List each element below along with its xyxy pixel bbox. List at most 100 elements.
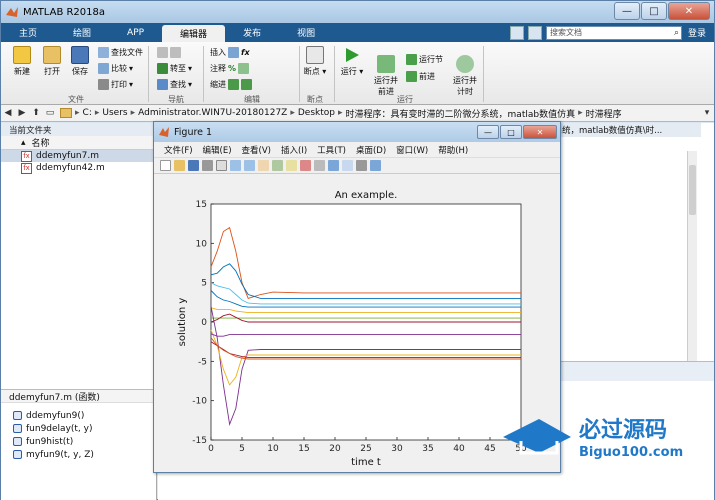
y-tick-label: 10 (196, 239, 208, 249)
help-icon[interactable] (527, 25, 542, 40)
menu-file[interactable]: 文件(F) (164, 144, 193, 156)
tab-publish[interactable]: 发布 (225, 23, 279, 42)
pan-hand-icon[interactable] (258, 160, 269, 171)
function-item[interactable]: fun9delay(t, y) (1, 422, 156, 435)
crumb-users[interactable]: Users (99, 108, 130, 118)
indent-button[interactable]: 缩进 (210, 79, 252, 90)
browse-folder-icon[interactable]: ▭ (43, 108, 57, 118)
crumb-project[interactable]: 时滞程序：具有变时滞的二阶微分系统，matlab数值仿真 (343, 107, 579, 120)
function-item[interactable]: myfun9(t, y, Z) (1, 448, 156, 461)
menu-tools[interactable]: 工具(T) (317, 144, 346, 156)
menu-window[interactable]: 窗口(W) (396, 144, 428, 156)
hide-tools-icon[interactable] (356, 160, 367, 171)
legend-icon[interactable] (342, 160, 353, 171)
run-section-label: 运行节 (419, 55, 443, 64)
run-and-advance-button[interactable]: 运行并 前进 (371, 46, 401, 97)
brush-icon[interactable] (300, 160, 311, 171)
sort-icon: ▴ (21, 137, 26, 148)
crumb-drive[interactable]: C: (80, 108, 95, 118)
new-button[interactable]: 新建 (9, 46, 35, 77)
insert-button[interactable]: 插入 fx (210, 47, 250, 58)
goto-button[interactable]: 转至 ▾ (157, 63, 192, 74)
pointer-icon[interactable] (216, 160, 227, 171)
zoom-out-icon[interactable] (244, 160, 255, 171)
function-icon (13, 424, 22, 433)
printer-icon (98, 79, 109, 90)
nav-back-forward[interactable] (157, 47, 181, 58)
menu-help[interactable]: 帮助(H) (438, 144, 468, 156)
colorbar-icon[interactable] (328, 160, 339, 171)
find-files-button[interactable]: 查找文件 (98, 47, 143, 58)
function-item[interactable]: ddemyfun9() (1, 409, 156, 422)
file-row[interactable]: fx ddemyfun7.m (1, 150, 156, 162)
quick-access-icon[interactable] (509, 25, 524, 40)
run-play-icon (346, 48, 359, 62)
rotate-icon[interactable] (272, 160, 283, 171)
save-icon[interactable] (188, 160, 199, 171)
tab-view[interactable]: 视图 (279, 23, 333, 42)
menu-desktop[interactable]: 桌面(D) (356, 144, 386, 156)
run-and-time-button[interactable]: 运行并 计时 (451, 46, 479, 97)
comment-button[interactable]: 注释 % (210, 63, 250, 74)
close-button[interactable]: ✕ (668, 2, 710, 20)
tab-apps[interactable]: APP (109, 23, 162, 42)
compare-button[interactable]: 比较 ▾ (98, 63, 133, 74)
menu-view[interactable]: 查看(V) (242, 144, 271, 156)
breakpoints-label: 断点 (303, 67, 320, 76)
group-divider (148, 46, 149, 102)
matlab-window: MATLAB R2018a — □ ✕ 主页 绘图 APP 编辑器 发布 视图 … (0, 0, 715, 500)
crumb-user[interactable]: Administrator.WIN7U-20180127Z (135, 108, 290, 118)
print-button[interactable]: 打印 ▾ (98, 79, 133, 90)
link-icon[interactable] (314, 160, 325, 171)
crumb-current[interactable]: 时滞程序 (583, 107, 625, 120)
search-documentation-input[interactable]: 搜索文档 ⌕ (545, 25, 682, 40)
advance-button[interactable]: 前进 (406, 71, 435, 82)
open-icon[interactable] (174, 160, 185, 171)
workspace-panel-header (561, 361, 714, 381)
matlab-logo-icon (6, 7, 18, 17)
editor-path-tab[interactable]: 分系统，matlab数值仿真\时... (541, 123, 701, 137)
editor-scrollbar[interactable] (687, 151, 697, 361)
tab-plots[interactable]: 绘图 (55, 23, 109, 42)
tab-editor[interactable]: 编辑器 (162, 25, 226, 42)
name-column-header[interactable]: ▴ 名称 (1, 136, 156, 150)
zoom-in-icon[interactable] (230, 160, 241, 171)
y-tick-label: 15 (196, 200, 207, 210)
minimize-button[interactable]: — (614, 2, 640, 20)
menu-edit[interactable]: 编辑(E) (203, 144, 232, 156)
indent-label: 缩进 (210, 80, 226, 89)
open-button[interactable]: 打开 (39, 46, 65, 77)
maximize-button[interactable]: □ (641, 2, 667, 20)
file-row[interactable]: fx ddemyfun42.m (1, 162, 156, 174)
address-dropdown-icon[interactable]: ▾ (700, 108, 714, 118)
function-item[interactable]: fun9hist(t) (1, 435, 156, 448)
run-section-button[interactable]: 运行节 (406, 54, 443, 65)
group-divider (203, 46, 204, 102)
m-file-icon: fx (21, 162, 32, 174)
run-time-icon (456, 55, 474, 73)
find-files-icon (98, 47, 109, 58)
function-icon (13, 437, 22, 446)
sign-in-link[interactable]: 登录 (688, 23, 706, 42)
menu-insert[interactable]: 插入(I) (281, 144, 307, 156)
figure-minimize-button[interactable]: — (477, 125, 499, 139)
save-disk-icon (71, 46, 89, 64)
save-button[interactable]: 保存 (67, 46, 93, 77)
new-figure-icon[interactable] (160, 160, 171, 171)
save-label: 保存 (72, 67, 88, 76)
up-folder-icon[interactable]: ⬆ (29, 108, 43, 118)
forward-icon[interactable]: ▶ (15, 108, 29, 118)
run-button[interactable]: 运行 ▾ (339, 46, 365, 77)
figure-maximize-button[interactable]: □ (500, 125, 522, 139)
show-tools-icon[interactable] (370, 160, 381, 171)
back-icon[interactable]: ◀ (1, 108, 15, 118)
figure-close-button[interactable]: ✕ (523, 125, 557, 139)
tab-home[interactable]: 主页 (1, 23, 55, 42)
print-icon[interactable] (202, 160, 213, 171)
scrollbar-thumb[interactable] (689, 165, 696, 215)
crumb-desktop[interactable]: Desktop (295, 108, 338, 118)
find-button[interactable]: 查找 ▾ (157, 79, 192, 90)
breakpoints-button[interactable]: 断点 ▾ (301, 46, 329, 77)
search-icon: ⌕ (673, 27, 679, 38)
data-cursor-icon[interactable] (286, 160, 297, 171)
